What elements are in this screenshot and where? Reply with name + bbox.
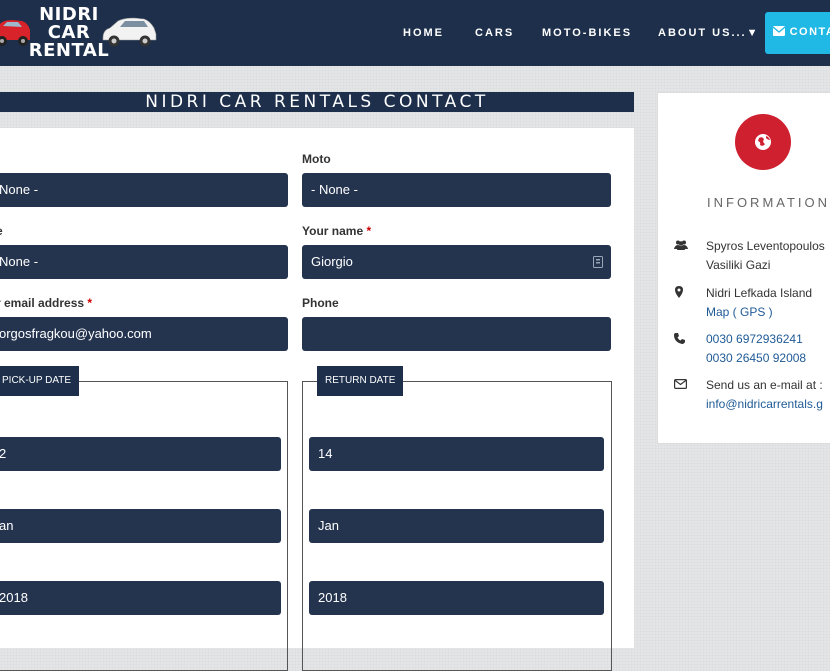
- map-pin-icon: [675, 286, 683, 298]
- nav-moto-bikes[interactable]: MOTO-BIKES: [542, 27, 632, 39]
- required-mark: *: [366, 224, 372, 238]
- location: Nidri Lefkada Island Map ( GPS ): [706, 284, 812, 322]
- pickup-year-select[interactable]: 2018: [0, 581, 281, 615]
- required-mark: *: [87, 296, 93, 310]
- envelope-icon: [674, 379, 687, 389]
- nav-about-us[interactable]: ABOUT US...▼: [658, 27, 760, 39]
- email-link[interactable]: info@nidricarrentals.g: [706, 395, 823, 414]
- contact-form: None - Moto - None - e None - Your name …: [0, 128, 634, 671]
- return-date-legend: RETURN DATE: [317, 366, 404, 396]
- moto-select[interactable]: - None -: [302, 173, 611, 207]
- pickup-day-select[interactable]: 2: [0, 437, 281, 471]
- name-label: Your name *: [302, 224, 372, 238]
- email-input[interactable]: orgosfragkou@yahoo.com: [0, 317, 288, 351]
- globe-badge: [735, 114, 791, 170]
- nav-cars[interactable]: CARS: [475, 27, 514, 39]
- contact-persons: Spyros Leventopoulos Vasiliki Gazi: [706, 239, 825, 272]
- return-month-select[interactable]: Jan: [309, 509, 604, 543]
- site-header: NIDRI CAR RENTAL HOME CARS MOTO-BIKES AB…: [0, 0, 830, 66]
- email-info: Send us an e-mail at : info@nidricarrent…: [706, 376, 823, 414]
- phone-label: Phone: [302, 296, 339, 310]
- contact-button[interactable]: CONTA: [765, 12, 830, 54]
- phone-link-1[interactable]: 0030 6972936241: [706, 330, 806, 349]
- moto-label: Moto: [302, 152, 331, 166]
- title-select[interactable]: None -: [0, 245, 288, 279]
- envelope-icon: [772, 26, 786, 36]
- pickup-month-select[interactable]: an: [0, 509, 281, 543]
- phone-link-2[interactable]: 0030 26450 92008: [706, 349, 806, 368]
- main-nav: HOME CARS MOTO-BIKES ABOUT US...▼: [0, 27, 830, 41]
- globe-icon: [755, 134, 771, 150]
- contact-button-label: CONTA: [789, 26, 830, 38]
- title-label: e: [0, 224, 3, 238]
- map-gps-link[interactable]: Map ( GPS ): [706, 303, 812, 322]
- nav-home[interactable]: HOME: [403, 27, 444, 39]
- page-title: NIDRI CAR RENTALS CONTACT: [0, 92, 634, 112]
- phone-icon: [674, 333, 685, 344]
- phone-input[interactable]: [302, 317, 611, 351]
- car-select[interactable]: None -: [0, 173, 288, 207]
- name-input[interactable]: Giorgio: [302, 245, 611, 279]
- information-heading: INFORMATION: [707, 195, 830, 210]
- phone-numbers: 0030 6972936241 0030 26450 92008: [706, 330, 806, 368]
- return-year-select[interactable]: 2018: [309, 581, 604, 615]
- users-icon: [674, 240, 688, 250]
- email-label: r email address *: [0, 296, 93, 310]
- contact-card-icon: [593, 256, 603, 268]
- information-panel: INFORMATION Spyros Leventopoulos Vasilik…: [657, 92, 830, 444]
- pickup-date-legend: PICK-UP DATE: [0, 366, 80, 396]
- return-day-select[interactable]: 14: [309, 437, 604, 471]
